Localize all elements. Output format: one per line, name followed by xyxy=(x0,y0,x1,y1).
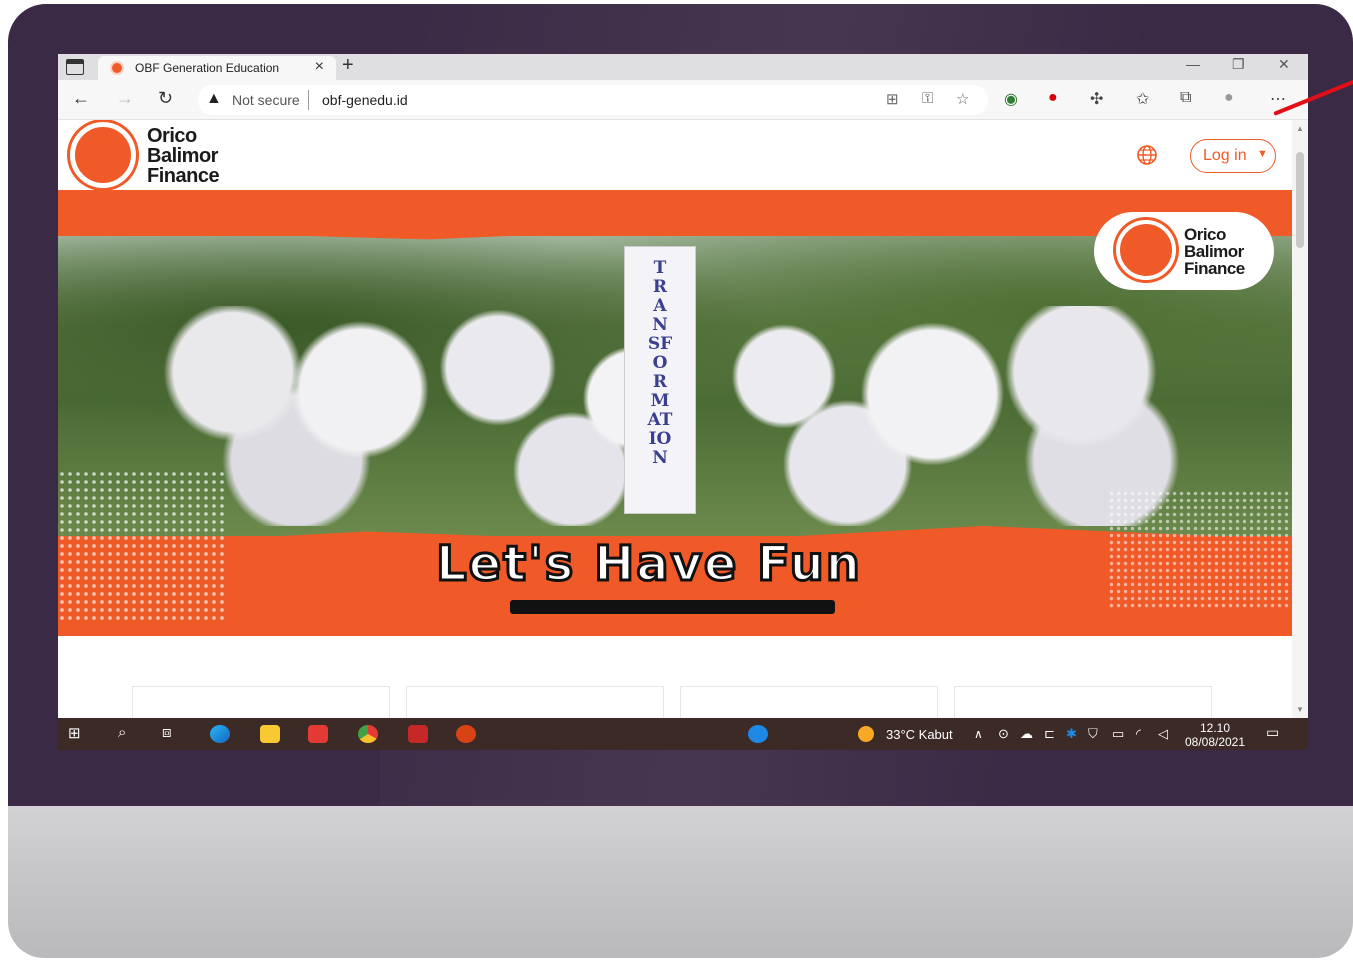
edge-browser-icon[interactable] xyxy=(210,725,230,743)
scroll-down-icon[interactable]: ▼ xyxy=(1296,705,1304,714)
browser-toolbar: ← → ↻ ▲ Not secure obf-genedu.id ⊞ ⚿ ☆ ◉… xyxy=(58,80,1308,120)
browser-tab[interactable]: OBF Generation Education × xyxy=(98,56,336,80)
taskbar-clock[interactable]: 12.10 08/08/2021 xyxy=(1180,721,1250,749)
display-icon[interactable]: ⊏ xyxy=(1044,726,1055,746)
content-card[interactable] xyxy=(132,686,390,718)
password-key-icon[interactable]: ⚿ xyxy=(922,90,933,107)
banner-logo-badge: Orico Balimor Finance xyxy=(1094,212,1274,290)
tab-close-icon[interactable]: × xyxy=(315,58,324,76)
security-icon[interactable]: ⛉ xyxy=(1088,726,1098,746)
more-options-icon[interactable]: ⋯ xyxy=(1270,89,1286,109)
profile-avatar-icon[interactable]: ● xyxy=(1224,89,1234,107)
favorites-icon[interactable]: ✩ xyxy=(1136,89,1149,109)
badge-line: Finance xyxy=(1184,259,1245,278)
scroll-thumb[interactable] xyxy=(1296,152,1304,248)
bluetooth-icon[interactable]: ✱ xyxy=(1066,726,1077,746)
scroll-up-icon[interactable]: ▲ xyxy=(1296,124,1304,133)
halftone-dots-right xyxy=(1108,490,1292,610)
screen: OBF Generation Education × + — ❐ ✕ ← → ↻… xyxy=(58,54,1308,750)
weather-icon[interactable] xyxy=(858,726,874,742)
page-scrollbar[interactable]: ▲ ▼ xyxy=(1292,120,1308,718)
onedrive-icon[interactable]: ☁ xyxy=(1020,726,1033,746)
volume-icon[interactable]: ◁ xyxy=(1158,726,1168,746)
hero-banner: TRANSFORMATION Orico Balimor Finance Let… xyxy=(58,190,1292,636)
anydesk-icon[interactable] xyxy=(308,725,328,743)
search-icon[interactable]: ⌕ xyxy=(118,724,126,744)
windows-taskbar: ⊞ ⌕ ⧈ 33°C Kabut ∧ ⊙ ☁ ⊏ ✱ ⛉ ▭ ◜ ◁ 12.10… xyxy=(58,718,1308,750)
forward-icon[interactable]: → xyxy=(116,88,134,109)
content-card[interactable] xyxy=(680,686,938,718)
site-logo-text[interactable]: Orico Balimor Finance xyxy=(147,125,220,187)
tab-title: OBF Generation Education xyxy=(135,61,280,75)
vertical-banner: TRANSFORMATION xyxy=(624,246,696,514)
meet-icon[interactable]: ⊙ xyxy=(998,726,1009,746)
powerpoint-icon[interactable] xyxy=(456,725,476,743)
task-view-icon[interactable]: ⧈ xyxy=(162,724,172,744)
logo-line: Orico xyxy=(147,125,197,147)
wifi-icon[interactable]: ◜ xyxy=(1136,726,1141,746)
show-hidden-icons[interactable]: ∧ xyxy=(974,727,983,747)
minimize-icon[interactable]: — xyxy=(1186,56,1200,72)
language-globe-icon[interactable] xyxy=(1136,144,1158,166)
logo-line: Balimor xyxy=(147,145,218,167)
windows-start-icon[interactable]: ⊞ xyxy=(68,724,81,744)
caret-down-icon: ▼ xyxy=(1257,148,1268,160)
logo-line: Finance xyxy=(147,165,220,187)
halftone-dots-left xyxy=(58,470,228,620)
site-logo-icon[interactable] xyxy=(70,122,136,188)
monitor-mockup: OBF Generation Education × + — ❐ ✕ ← → ↻… xyxy=(0,0,1353,961)
banner-headline: Let's Have Fun xyxy=(435,535,862,594)
badge-line: Orico xyxy=(1184,225,1226,244)
badge-logo-text: Orico Balimor Finance xyxy=(1184,226,1245,277)
clock-date: 08/08/2021 xyxy=(1184,735,1246,749)
clock-time: 12.10 xyxy=(1199,721,1231,735)
warning-icon: ▲ xyxy=(206,90,222,107)
content-card[interactable] xyxy=(406,686,664,718)
content-card[interactable] xyxy=(954,686,1212,718)
new-tab-icon[interactable]: + xyxy=(342,54,354,77)
url-text[interactable]: obf-genedu.id xyxy=(322,92,408,108)
restore-icon[interactable]: ❐ xyxy=(1232,56,1245,73)
opera-extension-icon[interactable]: ● xyxy=(1048,89,1058,107)
battery-icon[interactable]: ▭ xyxy=(1112,726,1124,746)
badge-logo-icon xyxy=(1116,220,1176,280)
vertical-banner-text: TRANSFORMATION xyxy=(647,258,673,468)
close-window-icon[interactable]: ✕ xyxy=(1278,56,1290,73)
notifications-icon[interactable]: ▭ xyxy=(1266,724,1279,744)
tab-actions-icon[interactable] xyxy=(66,59,84,75)
web-page: Orico Balimor Finance Log in ▼ TRANSFORM… xyxy=(58,120,1292,718)
site-favicon-icon xyxy=(110,61,124,75)
app-available-icon[interactable]: ⊞ xyxy=(886,90,899,108)
add-favorite-icon[interactable]: ☆ xyxy=(956,90,969,108)
browser-tab-strip: OBF Generation Education × + — ❐ ✕ xyxy=(58,54,1308,80)
login-label: Log in xyxy=(1203,147,1247,164)
collections-icon[interactable]: ⧉ xyxy=(1180,89,1191,107)
back-icon[interactable]: ← xyxy=(72,88,90,109)
extension-globe-icon[interactable]: ◉ xyxy=(1004,89,1018,109)
login-button[interactable]: Log in ▼ xyxy=(1190,139,1276,173)
extensions-icon[interactable]: ✣ xyxy=(1090,89,1103,109)
address-bar[interactable]: ▲ Not secure obf-genedu.id ⊞ ⚿ ☆ xyxy=(198,85,988,115)
badge-line: Balimor xyxy=(1184,242,1244,261)
chrome-icon[interactable] xyxy=(358,725,378,743)
not-secure-label[interactable]: Not secure xyxy=(232,92,300,108)
monitor-chin xyxy=(8,806,1353,958)
acrobat-icon[interactable] xyxy=(408,725,428,743)
url-separator xyxy=(308,90,309,110)
file-explorer-icon[interactable] xyxy=(260,725,280,743)
refresh-icon[interactable]: ↻ xyxy=(158,88,173,109)
help-icon[interactable] xyxy=(748,725,768,743)
headline-underline xyxy=(510,600,835,614)
weather-text[interactable]: 33°C Kabut xyxy=(886,727,953,742)
